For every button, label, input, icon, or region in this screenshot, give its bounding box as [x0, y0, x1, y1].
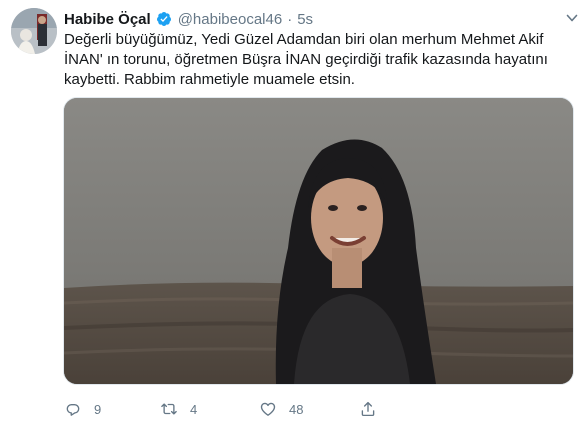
like-count: 48 [289, 401, 304, 417]
reply-button[interactable]: 9 [64, 397, 101, 421]
tweet-header: Habibe Öçal @habibeocal46 · 5s [64, 10, 313, 28]
photo-woman-at-seaside [64, 98, 573, 384]
tweet-actions: 9 4 48 [63, 397, 572, 421]
verified-badge-icon [156, 12, 171, 26]
like-button[interactable]: 48 [259, 397, 303, 421]
retweet-button[interactable]: 4 [160, 397, 197, 421]
author-handle[interactable]: @habibeocal46 [178, 11, 282, 28]
retweet-count: 4 [190, 401, 198, 417]
author-avatar[interactable] [11, 8, 57, 54]
tweet-photo[interactable] [63, 97, 574, 385]
tweet-text-line: İNAN' ın torunu, öğretmen Büşra İNAN geç… [64, 51, 548, 68]
tweet-timestamp[interactable]: 5s [297, 11, 313, 28]
tweet-text-line: kaybetti. Rabbim rahmetiyle muamele etsi… [64, 71, 355, 88]
tweet-text: Değerli büyüğümüz, Yedi Güzel Adamdan bi… [64, 30, 564, 90]
chevron-down-icon[interactable] [566, 12, 578, 24]
reply-icon [66, 403, 80, 416]
tweet-text-line: Değerli büyüğümüz, Yedi Güzel Adamdan bi… [64, 31, 544, 48]
share-button[interactable] [359, 397, 377, 421]
avatar-image [11, 8, 57, 54]
reply-count: 9 [94, 401, 102, 417]
author-name[interactable]: Habibe Öçal [64, 11, 151, 28]
heart-icon [260, 402, 276, 416]
share-icon [361, 401, 375, 417]
retweet-icon [161, 403, 177, 415]
separator-dot: · [287, 10, 293, 28]
